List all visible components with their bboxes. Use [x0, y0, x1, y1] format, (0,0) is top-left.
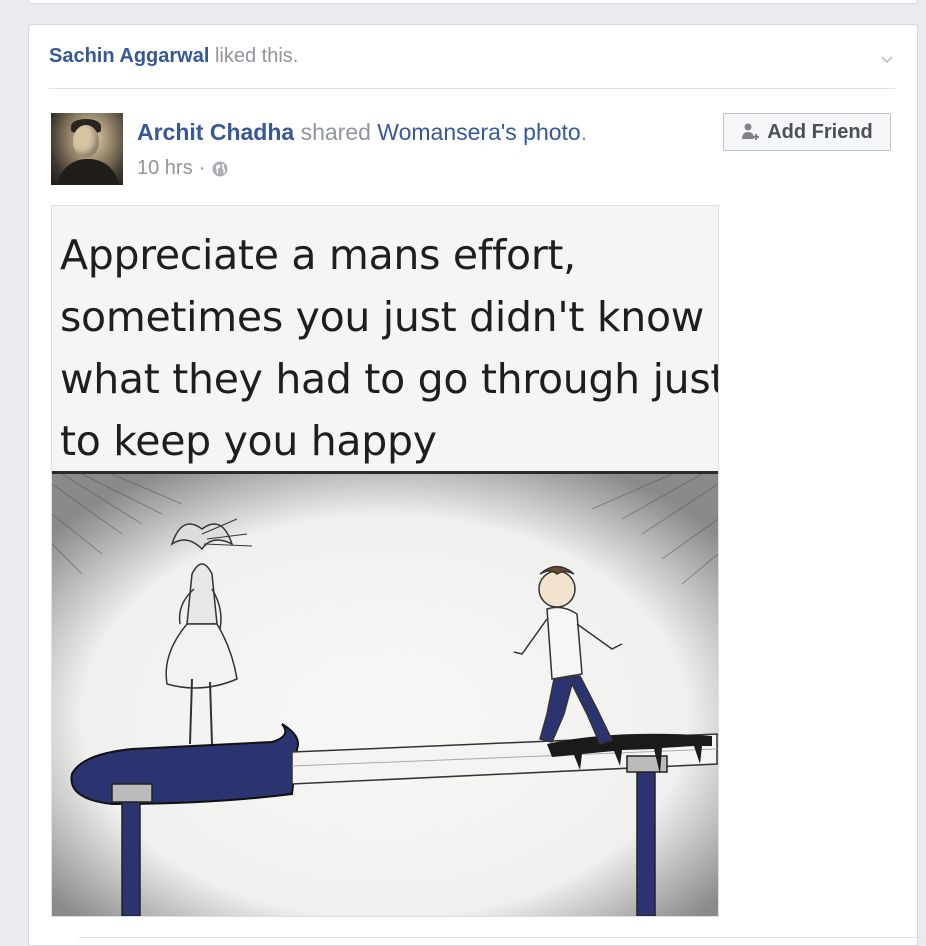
post-meta: 10 hrs · [137, 157, 229, 180]
liker-name[interactable]: Sachin Aggarwal [49, 45, 209, 67]
previous-card-edge [28, 0, 918, 4]
post-verb: shared [300, 119, 371, 145]
author-name[interactable]: Archit Chadha [137, 119, 294, 145]
title-period: . [580, 119, 588, 145]
add-friend-label: Add Friend [767, 120, 873, 143]
caption-line-2: sometimes you just didn't know [60, 293, 704, 341]
feed-story: Sachin Aggarwal liked this. Archit Chadh… [28, 24, 921, 946]
photo-link[interactable]: photo [523, 119, 581, 145]
add-friend-icon [742, 123, 760, 140]
cartoon-illustration [52, 474, 718, 916]
add-friend-button[interactable]: Add Friend [723, 113, 891, 151]
avatar-face [73, 125, 99, 157]
source-name: Womansera [377, 119, 501, 145]
caption-line-3: what they had to go through just [60, 355, 719, 403]
shared-photo[interactable]: Appreciate a mans effort, sometimes you … [51, 205, 719, 917]
globe-icon[interactable] [211, 160, 229, 178]
chevron-down-icon[interactable] [879, 51, 895, 67]
source-suffix: 's [500, 119, 517, 145]
avatar-shirt [57, 159, 119, 185]
source-link[interactable]: Womansera's [377, 119, 516, 145]
story-action: liked this. [214, 45, 299, 67]
post-title: Archit Chadha shared Womansera's photo. [137, 119, 587, 146]
post-time[interactable]: 10 hrs [137, 157, 193, 180]
story-header: Sachin Aggarwal liked this. [49, 45, 895, 68]
caption-line-1: Appreciate a mans effort, [60, 231, 576, 279]
photo-caption: Appreciate a mans effort, sometimes you … [60, 224, 719, 472]
caption-line-4: to keep you happy [60, 417, 437, 465]
story-divider [49, 88, 895, 89]
avatar[interactable] [51, 113, 123, 185]
meta-separator: · [198, 157, 206, 179]
